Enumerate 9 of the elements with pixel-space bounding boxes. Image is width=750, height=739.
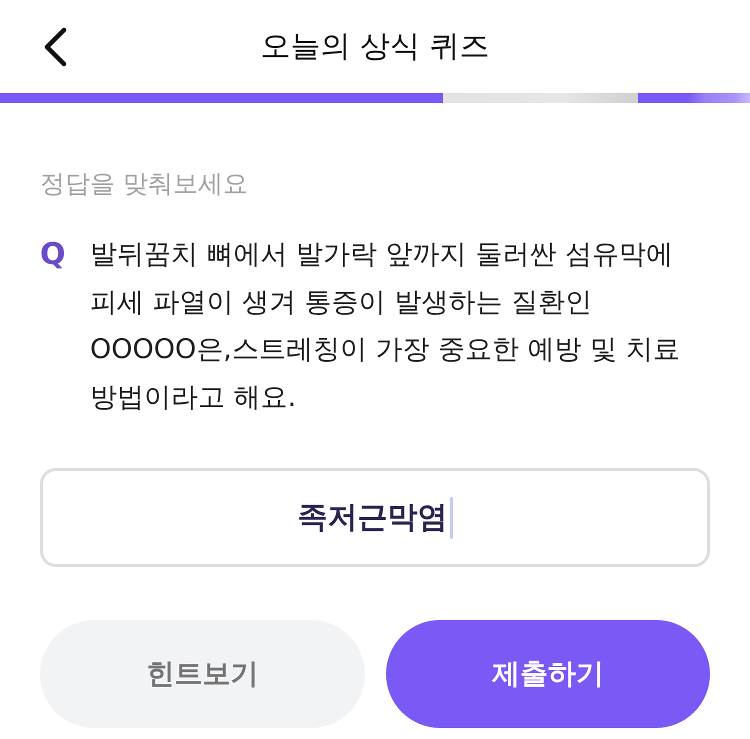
text-cursor-icon [450, 496, 452, 538]
question-marker: Q [40, 236, 67, 274]
question-text: 발뒤꿈치 뼈에서 발가락 앞까지 둘러싼 섬유막에 피세 파열이 생겨 통증이 발생하는 질환인 OOOOO은,스트레칭이 가장 중요한 예방 및 치료 방법이라고 해요. [90, 238, 681, 414]
answer-field[interactable]: 족저근막염 [40, 468, 710, 567]
submit-button[interactable]: 제출하기 [386, 620, 710, 728]
chevron-left-icon [42, 26, 68, 66]
hint-button[interactable]: 힌트보기 [40, 620, 364, 728]
instruction-text: 정답을 맞춰보세요 [40, 168, 249, 199]
screen-title: 오늘의 상식 퀴즈 [259, 28, 491, 66]
